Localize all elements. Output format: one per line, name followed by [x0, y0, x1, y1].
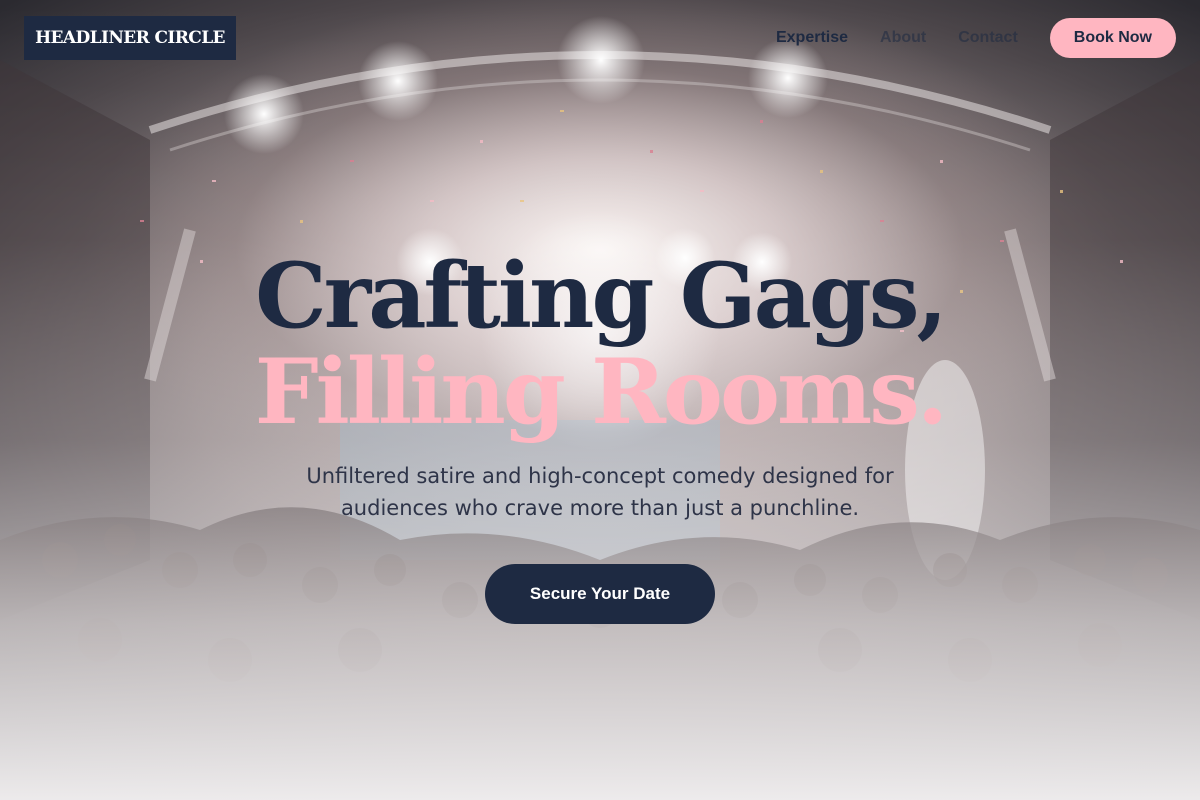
headline-line-1: Crafting Gags, [255, 243, 948, 349]
main-nav: Expertise About Contact Book Now [776, 18, 1176, 58]
hero-section: Crafting Gags, Filling Rooms. Unfiltered… [0, 248, 1200, 624]
nav-link-about[interactable]: About [880, 29, 926, 47]
brand-logo[interactable]: HEADLINER CIRCLE [24, 16, 236, 60]
brand-name: HEADLINER CIRCLE [35, 28, 225, 48]
hero-subtitle: Unfiltered satire and high-concept comed… [306, 464, 894, 520]
headline-line-2: Filling Rooms. [254, 339, 948, 445]
book-now-button[interactable]: Book Now [1049, 18, 1176, 58]
nav-link-contact[interactable]: Contact [958, 29, 1018, 47]
site-header: HEADLINER CIRCLE Expertise About Contact… [0, 0, 1200, 76]
nav-link-expertise[interactable]: Expertise [776, 29, 848, 47]
secure-date-button[interactable]: Secure Your Date [485, 564, 715, 624]
hero-headline: Crafting Gags, Filling Rooms. [0, 248, 1200, 440]
